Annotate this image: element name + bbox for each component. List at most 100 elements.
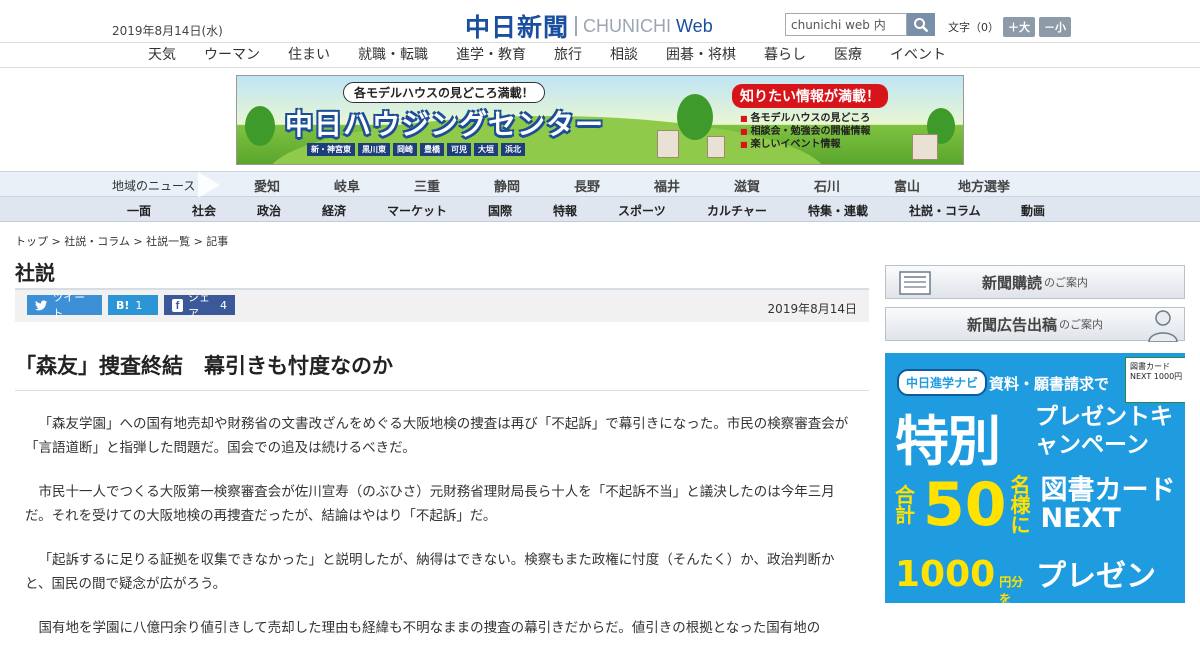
main-nav-item[interactable]: 特報 <box>553 202 577 219</box>
banner-info-head: 知りたい情報が満載！ <box>732 84 888 108</box>
article-paragraph: 市民十一人でつくる大阪第一検察審査会が佐川宣寿（のぶひさ）元財務省理財局長ら十人… <box>25 484 835 524</box>
banner-info-item: 楽しいイベント情報 <box>740 138 888 151</box>
region-item[interactable]: 地方選挙 <box>958 176 1010 195</box>
region-item[interactable]: 福井 <box>654 176 680 195</box>
header-date: 2019年8月14日(水) <box>112 24 223 38</box>
main-nav-item[interactable]: 一面 <box>127 202 151 219</box>
search-box <box>785 13 935 36</box>
region-item[interactable]: 静岡 <box>494 176 520 195</box>
main-nav-item[interactable]: 経済 <box>322 202 346 219</box>
region-item[interactable]: 愛知 <box>254 176 280 195</box>
ad-fifty: 50 <box>923 470 1007 540</box>
hatena-count: 1 <box>135 298 143 312</box>
ad-yen: 1000 <box>895 554 996 595</box>
main-nav-item[interactable]: 国際 <box>488 202 512 219</box>
region-item[interactable]: 長野 <box>574 176 600 195</box>
main-nav-item[interactable]: カルチャー <box>707 202 767 219</box>
banner-areas: 新・神宮東 黒川東 岡崎 豊橋 可児 大垣 浜北 <box>307 143 528 156</box>
main-navigation: 一面 社会 政治 経済 マーケット 国際 特報 スポーツ カルチャー 特集・連載… <box>0 197 1200 222</box>
search-button[interactable] <box>907 13 935 36</box>
banner-tagline: 各モデルハウスの見どころ満載！ <box>343 82 545 103</box>
article-paragraph: 「起訴するに足りる証拠を収集できなかった」と説明したが、納得はできない。検察もま… <box>25 552 835 592</box>
region-item[interactable]: 富山 <box>894 176 920 195</box>
ad-card-image: 図書カードNEXT 1000円 <box>1125 357 1185 403</box>
article-headline: 「森友」捜査終結 幕引きも忖度なのか <box>15 354 393 378</box>
banner-area: 浜北 <box>501 143 525 156</box>
subnav-item[interactable]: 暮らし <box>764 43 806 67</box>
facebook-share-button[interactable]: f シェア 4 <box>164 291 235 320</box>
main-nav-item[interactable]: 特集・連載 <box>808 202 868 219</box>
subnav-item[interactable]: 相談 <box>610 43 638 67</box>
banner-area: 黒川東 <box>358 143 390 156</box>
font-larger-button[interactable]: ＋大 <box>1003 17 1035 37</box>
headline-divider <box>15 390 869 391</box>
region-arrow <box>198 172 220 198</box>
publish-date: 2019年8月14日 <box>767 302 857 316</box>
tweet-label: ツイート <box>52 291 86 320</box>
housing-center-banner[interactable]: 各モデルハウスの見どころ満載！ 中日ハウジングセンター 新・神宮東 黒川東 岡崎… <box>236 75 964 165</box>
subnav-item[interactable]: 進学・教育 <box>456 43 526 67</box>
banner-house <box>912 134 938 160</box>
subnav-item[interactable]: 就職・転職 <box>358 43 428 67</box>
ad-campaign-text: プレゼントキャンペーン <box>1035 404 1173 458</box>
banner-info: 知りたい情報が満載！ 各モデルハウスの見どころ 相談会・勉強会の開催情報 楽しい… <box>732 84 888 151</box>
advertise-label: 新聞広告出稿 <box>966 315 1057 334</box>
logo-en: CHUNICHI <box>583 15 672 36</box>
subscribe-label: 新聞購読 <box>981 273 1042 292</box>
hatena-label: B! <box>116 298 130 312</box>
main-nav-item[interactable]: 社説・コラム <box>909 202 981 219</box>
ad-yen-unit: 円分を <box>999 575 1024 603</box>
share-bar: ツイート B! 1 f シェア 4 2019年8月14日 <box>15 288 869 322</box>
subnav-item[interactable]: 医療 <box>834 43 862 67</box>
region-item[interactable]: 滋賀 <box>734 176 760 195</box>
main-nav-item[interactable]: 動画 <box>1021 202 1045 219</box>
ad-card-name: 図書カードNEXT <box>1040 475 1176 534</box>
banner-title: 中日ハウジングセンター <box>285 108 605 141</box>
tweet-button[interactable]: ツイート <box>27 291 102 320</box>
ad-persons: 名様に <box>1010 473 1031 537</box>
newspaper-icon <box>899 271 931 295</box>
region-item[interactable]: 石川 <box>814 176 840 195</box>
section-title: 社説 <box>15 261 55 285</box>
region-news-label: 地域のニュース <box>112 179 196 193</box>
site-header: 2019年8月14日(水) 中日新聞 CHUNICHI Web 文字（0） ＋大… <box>0 0 1200 42</box>
article-paragraph: 「森友学園」への国有地売却や財務省の文書改ざんをめぐる大阪地検の捜査は再び「不起… <box>25 416 849 456</box>
subnav-item[interactable]: 住まい <box>288 43 330 67</box>
sub-navigation: 天気 ウーマン 住まい 就職・転職 進学・教育 旅行 相談 囲碁・将棋 暮らし … <box>0 42 1200 68</box>
logo-separator <box>575 16 578 36</box>
banner-area: 豊橋 <box>420 143 444 156</box>
banner-tree <box>245 106 275 146</box>
subnav-item[interactable]: 囲碁・将棋 <box>666 43 736 67</box>
subscribe-button[interactable]: 新聞購読 のご案内 <box>885 265 1185 299</box>
font-size-label: 文字（0） <box>948 21 999 34</box>
main-nav-item[interactable]: スポーツ <box>618 202 666 219</box>
subnav-item[interactable]: 旅行 <box>554 43 582 67</box>
logo-web: Web <box>676 15 713 36</box>
search-input[interactable] <box>785 13 907 36</box>
subnav-item[interactable]: イベント <box>890 43 946 67</box>
main-nav-item[interactable]: マーケット <box>387 202 447 219</box>
region-item[interactable]: 岐阜 <box>334 176 360 195</box>
hatena-bookmark-button[interactable]: B! 1 <box>108 295 158 315</box>
breadcrumb[interactable]: トップ > 社説・コラム > 社説一覧 > 記事 <box>15 233 228 249</box>
advertise-sublabel: のご案内 <box>1059 318 1103 331</box>
banner-area: 新・神宮東 <box>307 143 355 156</box>
facebook-label: シェア <box>188 291 211 320</box>
font-size-control: 文字（0） ＋大 －小 <box>948 17 1071 37</box>
site-logo[interactable]: 中日新聞 CHUNICHI Web <box>465 8 713 44</box>
main-nav-item[interactable]: 政治 <box>257 202 281 219</box>
region-item[interactable]: 三重 <box>414 176 440 195</box>
logo-kanji: 中日新聞 <box>465 13 570 42</box>
banner-area: 大垣 <box>474 143 498 156</box>
article-paragraph: 国有地を学園に八億円余り値引きして売却した理由も経緯も不明なままの捜査の幕引きだ… <box>38 620 821 636</box>
subnav-item[interactable]: 天気 <box>148 43 176 67</box>
banner-tree <box>677 94 713 140</box>
article-body: 「森友学園」への国有地売却や財務省の文書改ざんをめぐる大阪地検の捜査は再び「不起… <box>25 412 859 660</box>
main-nav-item[interactable]: 社会 <box>192 202 216 219</box>
education-navi-ad[interactable]: 中日進学ナビ 資料・願書請求で 図書カードNEXT 1000円 特別 プレゼント… <box>885 353 1185 603</box>
font-smaller-button[interactable]: －小 <box>1039 17 1071 37</box>
subscribe-sublabel: のご案内 <box>1044 276 1088 289</box>
subnav-item[interactable]: ウーマン <box>204 43 260 67</box>
ad-total-row: 合計 50 名様に 図書カードNEXT <box>895 473 1185 537</box>
advertise-button[interactable]: 新聞広告出稿 のご案内 <box>885 307 1185 342</box>
